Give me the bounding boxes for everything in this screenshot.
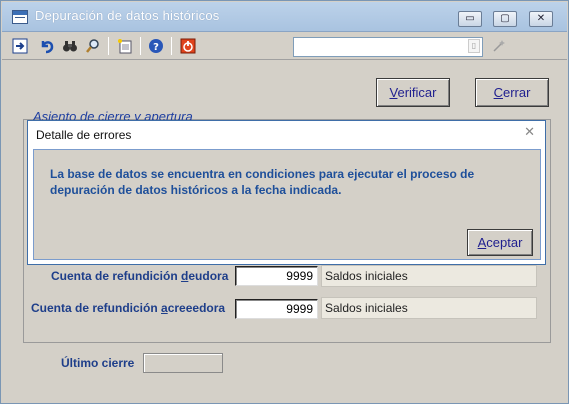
magnifier-icon[interactable] — [85, 38, 101, 54]
toolbar-separator — [140, 37, 141, 55]
cerrar-button[interactable]: Cerrar — [475, 78, 549, 107]
ultimo-cierre-input — [143, 353, 223, 373]
dialog-message: La base de datos se encuentra en condici… — [50, 167, 475, 197]
dialog-title: Detalle de errores — [36, 128, 132, 142]
deudora-label-post: eudora — [188, 269, 229, 283]
cerrar-mnemonic: C — [493, 85, 503, 100]
window-title: Depuración de datos históricos — [35, 8, 220, 23]
deudora-label-pre: Cuenta de refundición — [51, 269, 182, 283]
toolbar-separator — [171, 37, 172, 55]
dialog-body: La base de datos se encuentra en condici… — [33, 149, 541, 260]
acreedora-label-pre: Cuenta de refundición — [31, 301, 162, 315]
acreedora-input[interactable]: 9999 — [235, 299, 318, 319]
deudora-input[interactable]: 9999 — [235, 266, 318, 286]
toolbar-separator — [108, 37, 109, 55]
aceptar-label: ceptar — [486, 235, 523, 250]
help-icon[interactable]: ? — [148, 38, 164, 54]
acreedora-label-mnemonic: a — [161, 301, 168, 315]
dialog-close-icon[interactable]: ✕ — [524, 125, 535, 140]
app-icon — [12, 10, 28, 24]
search-input[interactable] — [293, 37, 483, 57]
title-bar[interactable]: Depuración de datos históricos ▭ ▢ ✕ — [2, 2, 567, 32]
search-dropdown-button[interactable]: ▯ — [468, 39, 480, 53]
dialog-title-bar[interactable]: Detalle de errores ✕ — [28, 121, 545, 149]
wand-icon[interactable] — [492, 39, 506, 56]
aceptar-button[interactable]: Aceptar — [467, 229, 533, 256]
maximize-button[interactable]: ▢ — [493, 11, 517, 27]
acreedora-label-post: creeedora — [167, 301, 226, 315]
close-button[interactable]: ✕ — [529, 11, 553, 27]
acreedora-label: Cuenta de refundición acreeedora — [31, 301, 225, 315]
ultimo-cierre-label: Último cierre — [61, 356, 135, 370]
deudora-label: Cuenta de refundición deudora — [51, 269, 228, 283]
svg-text:?: ? — [153, 42, 159, 53]
new-document-icon[interactable] — [117, 38, 133, 54]
aceptar-mnemonic: A — [477, 235, 487, 250]
error-detail-dialog: Detalle de errores ✕ La base de datos se… — [27, 120, 546, 265]
toolbar: ? ▯ — [2, 32, 567, 60]
exit-icon[interactable] — [12, 38, 28, 54]
main-window: Depuración de datos históricos ▭ ▢ ✕ ? ▯… — [0, 0, 569, 404]
acreedora-description: Saldos iniciales — [321, 297, 537, 319]
binoculars-icon[interactable] — [62, 38, 78, 54]
undo-icon[interactable] — [39, 38, 55, 54]
power-icon[interactable] — [180, 38, 196, 54]
minimize-button[interactable]: ▭ — [458, 11, 482, 27]
deudora-description: Saldos iniciales — [321, 265, 537, 287]
verificar-button[interactable]: Verificar — [376, 78, 450, 107]
cerrar-label: errar — [502, 85, 531, 100]
verificar-label: erificar — [397, 85, 437, 100]
